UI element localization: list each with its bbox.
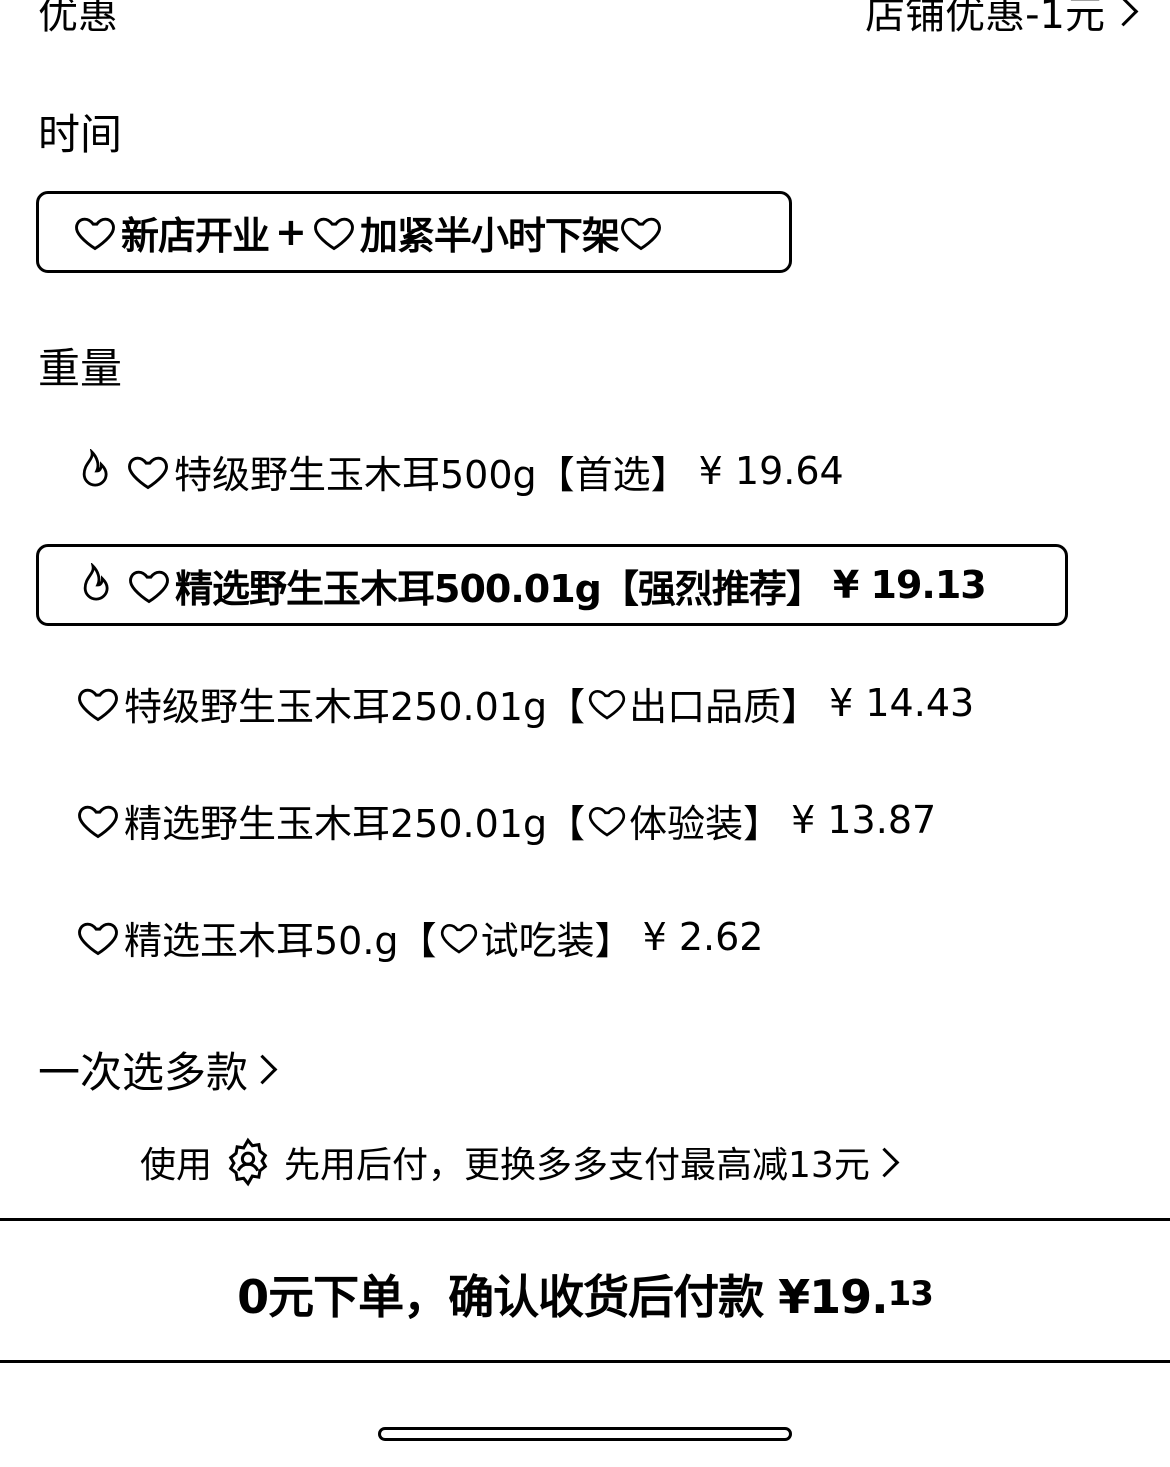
home-indicator[interactable] xyxy=(378,1427,792,1441)
coupon-value[interactable]: 店铺优惠-1元 xyxy=(865,0,1139,40)
weight-option-price: ¥ 19.13 xyxy=(832,563,987,607)
weight-option-tag-open: 【 xyxy=(547,801,586,846)
weight-option-tag-open: 【 xyxy=(547,684,586,729)
coupon-label: 优惠 xyxy=(38,0,118,38)
weight-option-name: 精选野生玉木耳500.01g xyxy=(175,566,602,611)
multi-select-link[interactable]: 一次选多款 xyxy=(38,1044,278,1097)
pay-later-bar[interactable]: 使用 先用后付，更换多多支付最高减13元 xyxy=(140,1134,900,1190)
weight-option-tag: 【首选】 xyxy=(536,452,689,497)
time-option-selected[interactable]: 新店开业 + 加紧半小时下架 xyxy=(36,191,792,273)
heart-icon xyxy=(78,688,118,722)
weight-option-4[interactable]: 精选玉木耳50.g 【 试吃装】 ¥ 2.62 xyxy=(76,912,764,963)
heart-icon xyxy=(78,805,118,839)
heart-icon xyxy=(129,570,169,604)
weight-option-0[interactable]: 特级野生玉木耳500g 【首选】 ¥ 19.64 xyxy=(72,446,844,497)
flame-icon xyxy=(82,449,108,487)
heart-icon xyxy=(589,806,626,837)
heart-icon xyxy=(128,456,168,490)
heart-icon xyxy=(75,217,115,251)
coupon-value-text: 店铺优惠-1元 xyxy=(865,0,1105,38)
multi-select-label: 一次选多款 xyxy=(38,1047,249,1097)
time-option-plus: + xyxy=(275,210,307,254)
time-option-part1: 新店开业 xyxy=(121,213,270,258)
cta-cents: 13 xyxy=(887,1274,934,1314)
weight-option-price: ¥ 13.87 xyxy=(791,798,937,842)
heart-icon xyxy=(313,217,354,251)
weight-option-3[interactable]: 精选野生玉木耳250.01g 【 体验装】 ¥ 13.87 xyxy=(76,795,937,846)
weight-option-price: ¥ 19.64 xyxy=(698,449,844,493)
heart-icon xyxy=(589,689,626,720)
weight-option-tag: 【强烈推荐】 xyxy=(600,566,824,611)
weight-option-1-selected[interactable]: 精选野生玉木耳500.01g 【强烈推荐】 ¥ 19.13 xyxy=(36,544,1068,626)
time-section-label: 时间 xyxy=(38,110,123,159)
weight-option-2[interactable]: 特级野生玉木耳250.01g 【 出口品质】 ¥ 14.43 xyxy=(76,678,975,729)
weight-option-name: 特级野生玉木耳500g xyxy=(174,452,537,497)
weight-option-name: 精选玉木耳50.g xyxy=(124,918,399,963)
time-option-part2: 加紧半小时下架 xyxy=(359,213,620,258)
heart-icon xyxy=(78,922,118,956)
weight-option-tag: 试吃装】 xyxy=(480,918,633,963)
chevron-right-icon xyxy=(1108,0,1139,26)
weight-option-tag-open: 【 xyxy=(398,918,437,963)
weight-option-price: ¥ 2.62 xyxy=(642,915,764,959)
heart-icon xyxy=(620,217,661,251)
chevron-right-icon xyxy=(869,1147,900,1177)
weight-option-tag: 出口品质】 xyxy=(629,684,820,729)
shield-icon xyxy=(228,1137,268,1187)
heart-icon xyxy=(440,923,477,954)
weight-option-price: ¥ 14.43 xyxy=(829,681,975,725)
flame-icon xyxy=(83,563,109,601)
weight-section-label: 重量 xyxy=(38,344,123,393)
cta-main-text: 0元下单，确认收货后付款 ¥19. xyxy=(237,1270,889,1324)
divider-bottom xyxy=(0,1360,1170,1363)
pay-later-prefix: 使用 xyxy=(140,1145,213,1186)
weight-option-tag: 体验装】 xyxy=(629,801,782,846)
weight-option-name: 特级野生玉木耳250.01g xyxy=(124,684,548,729)
divider-top xyxy=(0,1218,1170,1221)
chevron-right-icon xyxy=(247,1054,278,1084)
weight-option-name: 精选野生玉木耳250.01g xyxy=(124,801,548,846)
pay-later-text: 先用后付，更换多多支付最高减13元 xyxy=(284,1145,870,1186)
order-pay-later-button[interactable]: 0元下单，确认收货后付款 ¥19. 13 xyxy=(0,1262,1170,1326)
